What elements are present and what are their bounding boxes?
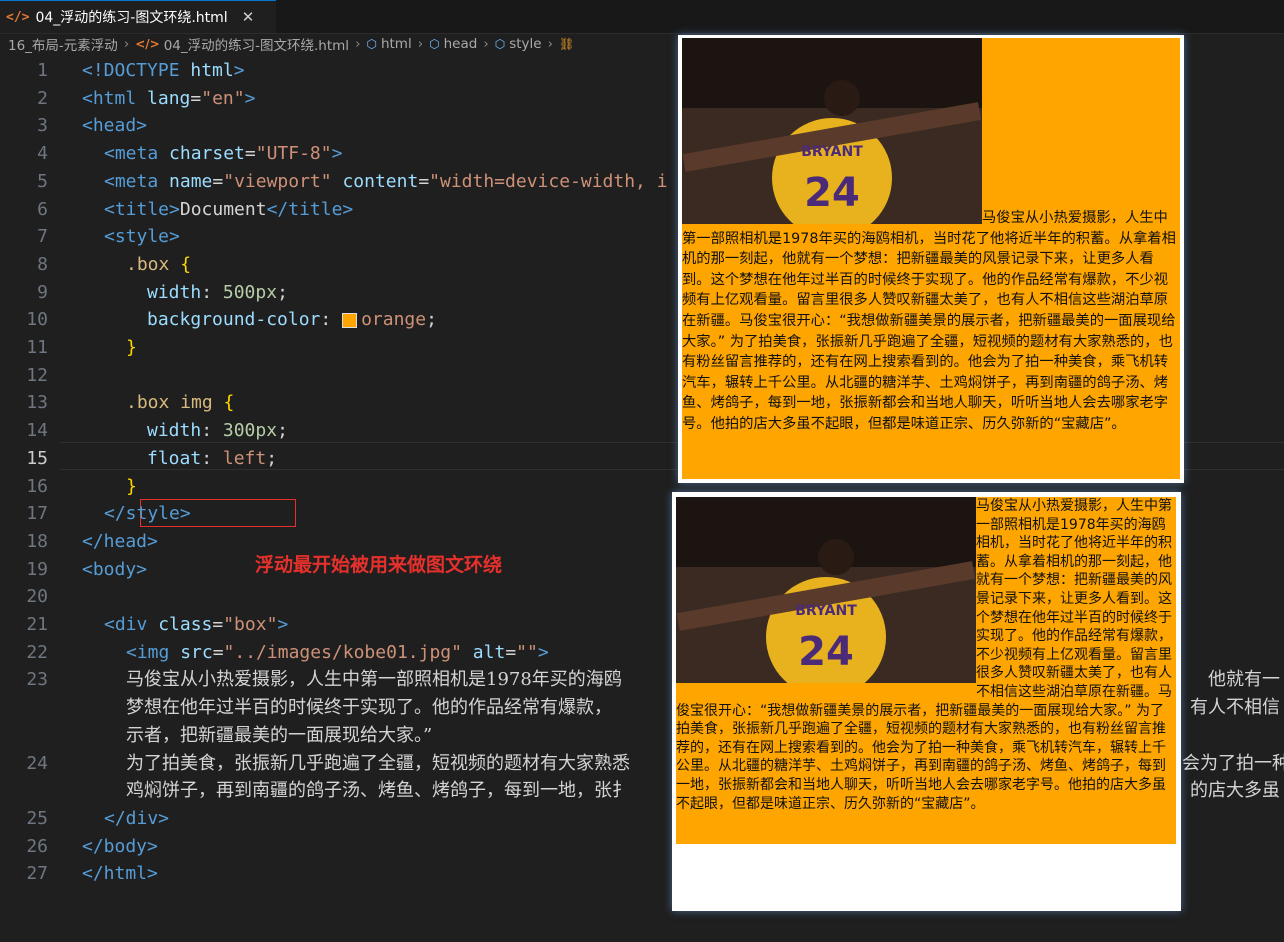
line-number: 15 bbox=[26, 447, 48, 469]
chevron-right-icon: › bbox=[417, 36, 424, 52]
line-code: float: left; bbox=[147, 447, 278, 469]
line-number: 2 bbox=[37, 87, 48, 109]
line-code: <html lang="en"> bbox=[82, 87, 256, 109]
annotation-label: 浮动最开始被用来做图文环绕 bbox=[255, 554, 503, 576]
breadcrumb-folder-label: 16_布局-元素浮动 bbox=[8, 38, 118, 54]
breadcrumb-html[interactable]: ⬡ html › bbox=[366, 36, 429, 52]
line-code: .box { bbox=[126, 253, 192, 275]
editor-tab[interactable]: </> 04_浮动的练习-图文环绕.html ✕ bbox=[0, 0, 276, 33]
color-swatch-icon[interactable] bbox=[342, 312, 358, 328]
line-number: 17 bbox=[26, 503, 48, 525]
line-code: width: 500px; bbox=[147, 281, 288, 303]
svg-text:BRYANT: BRYANT bbox=[795, 603, 857, 619]
line-number: 21 bbox=[26, 614, 48, 635]
svg-text:BRYANT: BRYANT bbox=[801, 144, 863, 160]
line-code: <head> bbox=[82, 115, 148, 137]
line-code: 为了拍美食，张振新几乎跑遍了全疆，短视频的题材有大家熟悉 bbox=[126, 752, 630, 774]
breadcrumb-style-label: style bbox=[509, 36, 542, 52]
line-code: } bbox=[126, 475, 137, 497]
element-icon: ⬡ bbox=[494, 37, 506, 51]
line-code: </html> bbox=[82, 863, 158, 885]
line-code: </head> bbox=[82, 530, 158, 552]
line-number: 7 bbox=[37, 226, 48, 248]
tab-label: 04_浮动的练习-图文环绕.html bbox=[35, 10, 228, 26]
line-number: 25 bbox=[26, 807, 48, 829]
line-number: 13 bbox=[26, 392, 48, 414]
line-code: <img src="../images/kobe01.jpg" alt=""> bbox=[126, 641, 549, 663]
line-number: 22 bbox=[26, 641, 48, 663]
line-number: 23 bbox=[26, 669, 48, 691]
line-code: <div class="box"> bbox=[104, 614, 289, 635]
line-code: 鸡焖饼子，再到南疆的鸽子汤、烤鱼、烤鸽子，每到一地，张扌 bbox=[126, 780, 630, 802]
line-code: </body> bbox=[82, 835, 158, 857]
breadcrumb-html-label: html bbox=[380, 36, 412, 52]
breadcrumb-head-label: head bbox=[443, 36, 478, 52]
line-number: 3 bbox=[37, 115, 48, 137]
line-number: 12 bbox=[26, 364, 48, 386]
element-icon: ⬡ bbox=[429, 37, 440, 51]
orange-box: 24 BRYANT 马俊宝从小热爱摄影，人生中第一部照相机是1978年买的海鸥相… bbox=[682, 38, 1180, 479]
line-code: 他就有一 bbox=[1208, 669, 1280, 691]
tab-bar: </> 04_浮动的练习-图文环绕.html ✕ bbox=[0, 0, 1284, 34]
breadcrumb-file[interactable]: </> 04_浮动的练习-图文环绕.html › bbox=[135, 34, 366, 54]
line-code: <body> bbox=[82, 558, 148, 580]
line-code: <!DOCTYPE html> bbox=[82, 60, 245, 81]
line-number: 18 bbox=[26, 530, 48, 552]
line-number: 26 bbox=[26, 835, 48, 857]
line-number: 14 bbox=[26, 420, 48, 442]
line-code: background-color: orange; bbox=[147, 309, 437, 331]
line-code: <style> bbox=[104, 226, 180, 248]
breadcrumb-style[interactable]: ⬡ style › ⛓ bbox=[495, 36, 579, 52]
line-code: 梦想在他年过半百的时候终于实现了。他的作品经常有爆款， bbox=[126, 697, 612, 719]
chevron-right-icon: › bbox=[483, 36, 489, 52]
breadcrumb-file-label: 04_浮动的练习-图文环绕.html bbox=[163, 38, 350, 54]
close-icon[interactable]: ✕ bbox=[242, 8, 255, 26]
line-number: 1 bbox=[37, 60, 48, 81]
breadcrumb-folder[interactable]: 16_布局-元素浮动 › bbox=[8, 34, 135, 54]
orange-box: 24 BRYANT 马俊宝从小热爱摄影，人生中第一部照相机是1978年买的海鸥相… bbox=[676, 497, 1176, 844]
line-code: </style> bbox=[104, 503, 191, 525]
line-number: 19 bbox=[26, 558, 48, 580]
chevron-right-icon: › bbox=[547, 36, 553, 52]
line-code: <meta charset="UTF-8"> bbox=[104, 143, 343, 165]
line-code: <meta name="viewport" content="width=dev… bbox=[104, 170, 668, 192]
svg-text:24: 24 bbox=[804, 170, 860, 216]
line-number: 11 bbox=[26, 337, 48, 358]
chevron-right-icon: › bbox=[123, 36, 130, 52]
line-number: 16 bbox=[26, 475, 48, 497]
line-code: 会为了拍一种 bbox=[1182, 752, 1284, 774]
kobe-photo-icon: 24 BRYANT bbox=[676, 497, 976, 683]
line-number: 9 bbox=[37, 281, 48, 303]
kobe-photo-icon: 24 BRYANT bbox=[682, 38, 982, 224]
line-code: 有人不相信 bbox=[1190, 697, 1280, 719]
line-code: <title>Document</title> bbox=[104, 198, 354, 220]
element-icon: ⬡ bbox=[366, 37, 377, 51]
symbol-icon: ⛓ bbox=[559, 37, 575, 51]
line-number: 20 bbox=[26, 586, 48, 608]
svg-text:24: 24 bbox=[798, 629, 854, 675]
line-number: 10 bbox=[26, 309, 48, 331]
browser-preview-bottom: 24 BRYANT 马俊宝从小热爱摄影，人生中第一部照相机是1978年买的海鸥相… bbox=[672, 492, 1181, 911]
line-number: 27 bbox=[26, 863, 48, 885]
line-code: 示者，把新疆最美的一面展现给大家。” bbox=[126, 724, 433, 746]
line-code: 马俊宝从小热爱摄影，人生中第一部照相机是1978年买的海鸥 bbox=[126, 669, 622, 691]
line-code: width: 300px; bbox=[147, 420, 288, 442]
line-code: } bbox=[126, 337, 137, 358]
breadcrumb-head[interactable]: ⬡ head › bbox=[429, 36, 495, 52]
html-file-icon: </> bbox=[6, 9, 30, 25]
chevron-right-icon: › bbox=[355, 36, 361, 52]
line-number: 5 bbox=[37, 170, 48, 192]
line-code: .box img { bbox=[126, 392, 235, 414]
line-number: 6 bbox=[37, 198, 48, 220]
html-file-icon: </> bbox=[135, 37, 160, 51]
line-code: </div> bbox=[104, 807, 170, 829]
line-number: 4 bbox=[37, 143, 48, 165]
browser-preview-top: 24 BRYANT 马俊宝从小热爱摄影，人生中第一部照相机是1978年买的海鸥相… bbox=[678, 35, 1184, 483]
line-number: 24 bbox=[26, 752, 48, 774]
line-number: 8 bbox=[37, 253, 48, 275]
line-code: 的店大多虽 bbox=[1190, 780, 1280, 802]
